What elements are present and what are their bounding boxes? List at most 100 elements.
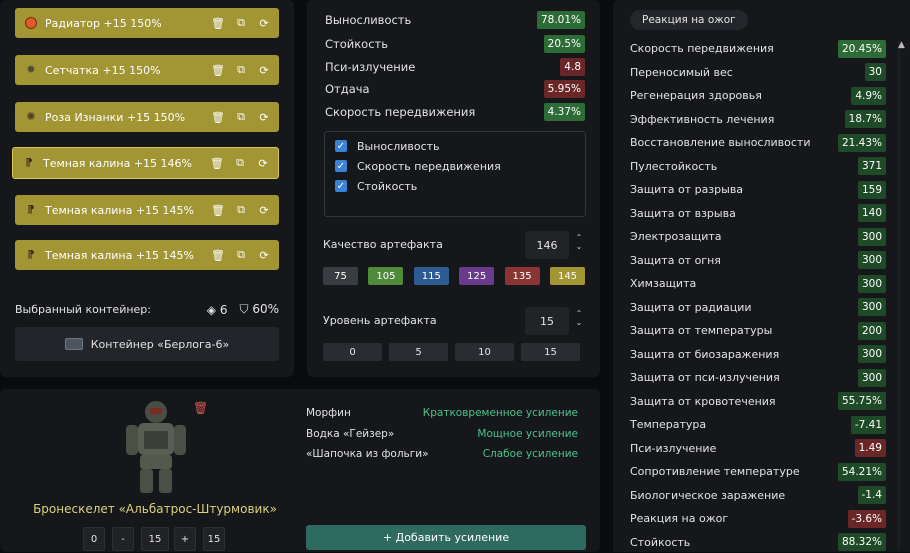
artifact-stat-row: Пси-излучение 4.8: [325, 57, 585, 77]
stat-filter-checkbox[interactable]: ✓ Скорость передвижения: [335, 158, 501, 174]
trash-icon[interactable]: 🗑: [210, 156, 224, 170]
trash-icon[interactable]: 🗑: [211, 63, 225, 77]
refresh-icon[interactable]: ⟳: [256, 156, 270, 170]
level-max-button[interactable]: 15: [203, 527, 225, 551]
trash-icon[interactable]: 🗑: [211, 248, 225, 262]
kalina-icon: ⁋: [27, 203, 35, 216]
stat-filter-checkbox[interactable]: ✓ Выносливость: [335, 138, 440, 154]
trash-icon[interactable]: 🗑: [211, 16, 225, 30]
stat-filter-checkbox[interactable]: ✓ Стойкость: [335, 178, 417, 194]
total-stat-row: Защита от взрыва 140: [630, 203, 886, 224]
quality-input[interactable]: 146: [525, 231, 569, 259]
stat-name: Эффективность лечения: [630, 112, 775, 126]
quality-preset-button[interactable]: 75: [323, 267, 358, 285]
stat-name: Реакция на ожог: [630, 512, 729, 525]
level-preset-button[interactable]: 0: [323, 343, 382, 361]
stat-value: 159: [857, 180, 886, 199]
refresh-icon[interactable]: ⟳: [257, 248, 271, 262]
copy-icon[interactable]: ⧉: [234, 110, 248, 124]
copy-icon[interactable]: ⧉: [234, 16, 248, 30]
scroll-up-icon[interactable]: ▲: [898, 40, 905, 52]
chevron-down-icon[interactable]: ⌄: [576, 242, 583, 251]
stat-value: 78.01%: [536, 11, 585, 29]
add-boost-button[interactable]: + Добавить усиление: [306, 525, 586, 550]
quality-preset-button[interactable]: 125: [459, 267, 495, 285]
stat-value: -1.4: [857, 486, 886, 504]
artifact-row[interactable]: ✺ Роза Изнанки +15 150% 🗑 ⧉ ⟳: [15, 102, 279, 132]
armor-name: Бронескелет «Альбатрос-Штурмовик»: [33, 502, 277, 516]
quality-stepper[interactable]: ⌃ ⌄: [574, 233, 584, 251]
artifact-row[interactable]: ⁋ Темная калина +15 145% 🗑 ⧉ ⟳: [15, 195, 279, 225]
stat-name: Отдача: [325, 82, 370, 96]
stat-name: Восстановление выносливости: [630, 136, 811, 149]
artifact-row[interactable]: ⁋ Темная калина +15 145% 🗑 ⧉ ⟳: [15, 240, 279, 270]
trash-icon[interactable]: 🗑: [211, 203, 225, 217]
artifact-row[interactable]: Радиатор +15 150% 🗑 ⧉ ⟳: [15, 8, 279, 38]
copy-icon[interactable]: ⧉: [233, 156, 247, 170]
chevron-up-icon[interactable]: ⌃: [576, 233, 583, 242]
level-min-button[interactable]: 0: [83, 527, 105, 551]
total-stat-row: Стойкость 88.32%: [630, 532, 886, 553]
stat-tag[interactable]: Реакция на ожог: [630, 10, 748, 30]
level-value[interactable]: 15: [141, 527, 169, 551]
stat-name: Защита от пси-излучения: [630, 371, 780, 384]
chevron-down-icon[interactable]: ⌄: [576, 318, 583, 327]
total-stat-row: Температура -7.41: [630, 414, 886, 435]
boost-effect: Кратковременное усиление: [422, 407, 578, 419]
level-increment-button[interactable]: +: [174, 527, 196, 551]
artifact-row[interactable]: ✹ Сетчатка +15 150% 🗑 ⧉ ⟳: [15, 55, 279, 85]
container-select-button[interactable]: Контейнер «Берлога-6»: [15, 327, 279, 361]
stat-name: Защита от радиации: [630, 300, 752, 314]
copy-icon[interactable]: ⧉: [234, 63, 248, 77]
rose-icon: ✺: [26, 110, 36, 123]
checkbox-label: Выносливость: [357, 139, 440, 153]
quality-preset-button[interactable]: 115: [413, 267, 449, 285]
boost-row[interactable]: Морфин Кратковременное усиление: [306, 407, 578, 423]
copy-icon[interactable]: ⧉: [234, 203, 248, 217]
quality-preset-button[interactable]: 145: [550, 267, 585, 285]
level-preset-button[interactable]: 15: [521, 343, 580, 361]
boost-row[interactable]: «Шапочка из фольги» Слабое усиление: [306, 448, 578, 464]
total-stat-row: Восстановление выносливости 21.43%: [630, 132, 886, 153]
level-preset-button[interactable]: 5: [389, 343, 448, 361]
copy-icon[interactable]: ⧉: [234, 248, 248, 262]
stat-name: Регенерация здоровья: [630, 89, 762, 102]
checkbox-label: Стойкость: [357, 179, 418, 193]
checkbox-checked-icon[interactable]: ✓: [335, 140, 347, 152]
refresh-icon[interactable]: ⟳: [257, 203, 271, 217]
checkbox-checked-icon[interactable]: ✓: [335, 180, 347, 192]
armor-panel: 🗑 Бронескелет «Альбатрос-Штурмовик» 0-15…: [0, 389, 600, 552]
refresh-icon[interactable]: ⟳: [257, 16, 271, 30]
artifact-stat-row: Стойкость 20.5%: [325, 34, 585, 54]
total-stat-row: Биологическое заражение -1.4: [630, 485, 886, 506]
chevron-up-icon[interactable]: ⌃: [576, 309, 583, 318]
level-preset-button[interactable]: 10: [455, 343, 514, 361]
stat-name: Пси-излучение: [630, 441, 717, 455]
total-stat-row: Защита от разрыва 159: [630, 179, 886, 200]
stat-value: 54.21%: [837, 462, 886, 481]
level-decrement-button[interactable]: -: [112, 527, 134, 551]
refresh-icon[interactable]: ⟳: [257, 63, 271, 77]
armor-image: [126, 401, 186, 493]
stat-value: 20.45%: [837, 39, 886, 58]
stat-value: 300: [857, 368, 886, 387]
scrollbar-track[interactable]: [898, 40, 900, 550]
trash-icon[interactable]: 🗑: [211, 110, 225, 124]
quality-preset-button[interactable]: 135: [504, 267, 540, 285]
level-input[interactable]: 15: [525, 307, 569, 335]
stat-name: Защита от взрыва: [630, 206, 736, 220]
stat-value: 300: [857, 251, 886, 269]
quality-preset-button[interactable]: 105: [368, 267, 404, 285]
stat-value: 18.7%: [844, 110, 886, 128]
artifact-row[interactable]: ⁋ Темная калина +15 146% 🗑 ⧉ ⟳: [12, 147, 279, 179]
stat-name: Температура: [630, 418, 707, 431]
boost-row[interactable]: Водка «Гейзер» Мощное усиление: [306, 428, 578, 444]
checkbox-checked-icon[interactable]: ✓: [335, 160, 347, 172]
total-stat-row: Защита от радиации 300: [630, 297, 886, 318]
level-stepper[interactable]: ⌃ ⌄: [574, 309, 584, 327]
boost-name: Водка «Гейзер»: [306, 427, 395, 440]
stat-name: Стойкость: [630, 535, 691, 549]
delete-armor-icon[interactable]: 🗑: [193, 401, 208, 415]
total-stat-row: Реакция на ожог -3.6%: [630, 508, 886, 529]
refresh-icon[interactable]: ⟳: [257, 110, 271, 124]
